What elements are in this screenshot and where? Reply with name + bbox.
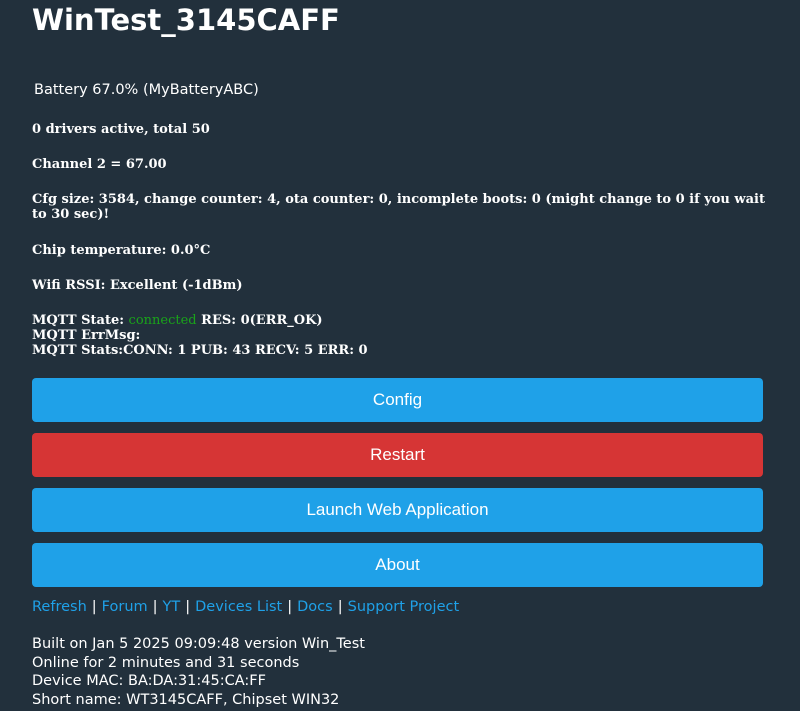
battery-status: Battery 67.0% (MyBatteryABC) <box>34 82 259 98</box>
link-separator: | <box>152 599 158 615</box>
link-separator: | <box>185 599 191 615</box>
chip-temperature: Chip temperature: 0.0°C <box>32 243 211 258</box>
drivers-status: 0 drivers active, total 50 <box>32 122 210 137</box>
restart-button[interactable]: Restart <box>32 433 763 477</box>
link-separator: | <box>91 599 97 615</box>
device-title: WinTest_3145CAFF <box>32 3 340 37</box>
launch-web-app-button[interactable]: Launch Web Application <box>32 488 763 532</box>
mqtt-state-line: MQTT State: connected RES: 0(ERR_OK) <box>32 313 772 328</box>
mqtt-state-label: MQTT State: <box>32 313 125 328</box>
mqtt-stats: MQTT Stats:CONN: 1 PUB: 43 RECV: 5 ERR: … <box>32 343 368 358</box>
yt-link[interactable]: YT <box>163 599 181 615</box>
mqtt-block: MQTT State: connected RES: 0(ERR_OK) MQT… <box>32 313 772 358</box>
short-name: Short name: WT3145CAFF, Chipset WIN32 <box>32 691 340 708</box>
forum-link[interactable]: Forum <box>102 599 148 615</box>
online-time: Online for 2 minutes and 31 seconds <box>32 654 300 671</box>
cfg-status: Cfg size: 3584, change counter: 4, ota c… <box>32 192 765 222</box>
devices-list-link[interactable]: Devices List <box>195 599 282 615</box>
channel-status: Channel 2 = 67.00 <box>32 157 167 172</box>
about-button[interactable]: About <box>32 543 763 587</box>
build-info: Built on Jan 5 2025 09:09:48 version Win… <box>32 635 365 709</box>
wifi-rssi: Wifi RSSI: Excellent (-1dBm) <box>32 278 243 293</box>
mqtt-res: RES: 0(ERR_OK) <box>201 313 323 328</box>
support-project-link[interactable]: Support Project <box>348 599 460 615</box>
config-button[interactable]: Config <box>32 378 763 422</box>
device-mac: Device MAC: BA:DA:31:45:CA:FF <box>32 673 266 689</box>
link-separator: | <box>287 599 293 615</box>
refresh-link[interactable]: Refresh <box>32 599 87 615</box>
link-separator: | <box>337 599 343 615</box>
mqtt-errmsg: MQTT ErrMsg: <box>32 328 141 343</box>
nav-links: Refresh | Forum | YT | Devices List | Docs | Suppo… <box>32 598 459 616</box>
mqtt-state-value: connected <box>128 313 197 328</box>
docs-link[interactable]: Docs <box>297 599 333 615</box>
built-on: Built on Jan 5 2025 09:09:48 version Win… <box>32 636 365 652</box>
